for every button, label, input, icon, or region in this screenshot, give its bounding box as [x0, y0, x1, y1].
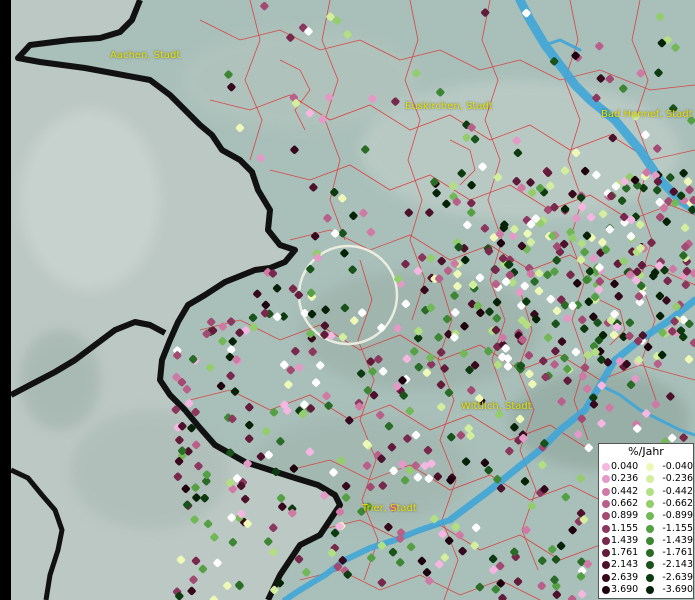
place-label-trier[interactable]: Trier, Stadt	[362, 503, 417, 514]
legend-swatch-positive	[602, 487, 610, 496]
legend-value-positive: 1.761	[611, 547, 639, 559]
legend-row: 0.899 -0.899	[599, 510, 693, 522]
legend-row: 0.040 -0.040	[599, 461, 693, 473]
legend-row: 3.690 -3.690	[599, 584, 693, 596]
legend-value-positive: 0.442	[611, 485, 639, 497]
legend-row: 2.143 -2.143	[599, 559, 693, 571]
legend-swatch-positive	[602, 512, 610, 521]
legend-swatch-positive	[602, 561, 610, 570]
legend-value-positive: 2.143	[611, 559, 639, 571]
legend-value-positive: 0.899	[611, 510, 639, 522]
legend-value-negative: -0.442	[662, 485, 693, 497]
legend-value-negative: -1.439	[662, 534, 693, 546]
legend-value-positive: 0.040	[611, 461, 639, 472]
place-label-euskirchen[interactable]: Euskirchen, Stadt	[405, 101, 493, 112]
legend-value-negative: -0.662	[662, 497, 693, 509]
legend-swatch-negative	[646, 475, 654, 484]
legend-value-negative: -2.639	[662, 571, 693, 583]
legend-row: 0.236 -0.236	[599, 473, 693, 485]
legend-value-positive: 3.690	[611, 584, 639, 595]
legend-row: 2.639 -2.639	[599, 572, 693, 584]
legend-swatch-negative	[646, 586, 654, 594]
legend-swatch-negative	[646, 463, 654, 471]
legend-swatch-negative	[646, 512, 654, 521]
legend-swatch-positive	[602, 549, 610, 558]
legend-row: 0.662 -0.662	[599, 498, 693, 510]
place-label-aachen[interactable]: Aachen, Stadt	[110, 50, 180, 61]
place-label-wittlich[interactable]: Wittlich, Stadt	[461, 401, 532, 412]
legend-swatch-positive	[602, 475, 610, 484]
legend-value-negative: -1.155	[662, 522, 693, 534]
legend-swatch-positive	[602, 463, 610, 471]
legend-swatch-negative	[646, 499, 654, 508]
legend-value-negative: -0.040	[662, 461, 693, 472]
legend-swatch-positive	[602, 536, 610, 545]
legend-swatch-negative	[646, 487, 654, 496]
legend-swatch-negative	[646, 573, 654, 582]
legend-value-positive: 0.236	[611, 473, 639, 485]
legend-value-positive: 2.639	[611, 571, 639, 583]
legend-row: 1.761 -1.761	[599, 547, 693, 559]
legend-swatch-positive	[602, 573, 610, 582]
legend-swatch-positive	[602, 524, 610, 533]
legend-value-positive: 0.662	[611, 497, 639, 509]
legend-value-negative: -1.761	[662, 547, 693, 559]
legend-swatch-negative	[646, 524, 654, 533]
legend-row: 1.155 -1.155	[599, 523, 693, 535]
legend-value-negative: -0.236	[662, 473, 693, 485]
legend-swatch-positive	[602, 586, 610, 594]
legend-value-negative: -0.899	[662, 510, 693, 522]
legend-row: 1.439 -1.439	[599, 535, 693, 547]
legend-row: 0.442 -0.442	[599, 486, 693, 498]
legend-value-negative: -3.690	[662, 584, 693, 595]
map-view[interactable]: Aachen, Stadt Euskirchen, Stadt Bad Honn…	[0, 0, 695, 600]
legend-swatch-negative	[646, 549, 654, 558]
legend-swatch-negative	[646, 536, 654, 545]
map-canvas[interactable]	[0, 0, 695, 600]
legend-value-positive: 1.439	[611, 534, 639, 546]
legend-value-negative: -2.143	[662, 559, 693, 571]
left-edge-bar	[0, 0, 11, 600]
legend: %/Jahr 0.040 -0.040 0.236 -0.236 0.442 -0.442…	[598, 443, 694, 599]
place-label-bad-honnef[interactable]: Bad Honnef, Stadt	[601, 109, 693, 120]
legend-swatch-positive	[602, 499, 610, 508]
legend-title: %/Jahr	[628, 445, 664, 458]
legend-value-positive: 1.155	[611, 522, 639, 534]
legend-swatch-negative	[646, 561, 654, 570]
